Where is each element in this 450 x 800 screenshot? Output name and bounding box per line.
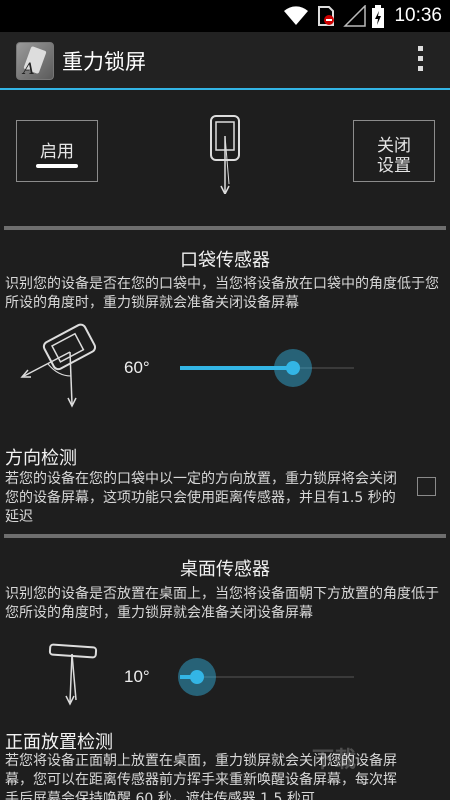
phone-upright-illustration-icon	[210, 115, 240, 194]
direction-detect-checkbox[interactable]	[417, 477, 436, 496]
app-icon[interactable]: A	[16, 42, 54, 80]
table-sensor-description: 识别您的设备是否放置在桌面上，当您将设备面朝下方放置的角度低于您所设的角度时，重…	[5, 586, 439, 621]
slider-thumb[interactable]	[286, 361, 301, 375]
enable-button-label: 启用	[40, 142, 74, 162]
close-settings-label-2: 设置	[377, 156, 411, 176]
pocket-angle-slider[interactable]	[180, 348, 354, 388]
wifi-icon	[284, 6, 308, 25]
direction-detect-title: 方向检测	[5, 448, 77, 469]
divider	[4, 226, 446, 230]
status-time: 10:36	[394, 5, 442, 26]
signal-icon	[343, 5, 366, 27]
battery-charging-icon	[372, 5, 384, 28]
face-up-detect-title: 正面放置检测	[5, 732, 113, 753]
table-sensor-title: 桌面传感器	[180, 559, 270, 580]
phone-facedown-illustration-icon	[48, 643, 98, 706]
close-settings-label-1: 关闭	[377, 136, 411, 156]
top-controls: 启用 关闭 设置	[0, 92, 450, 222]
close-settings-button[interactable]: 关闭 设置	[353, 120, 435, 182]
app-title: 重力锁屏	[62, 50, 146, 74]
phone-in-pocket-illustration-icon	[20, 323, 97, 408]
enable-button[interactable]: 启用	[16, 120, 98, 182]
no-sim-icon	[318, 6, 334, 26]
action-bar: A 重力锁屏	[0, 32, 450, 90]
table-angle-slider[interactable]	[178, 657, 354, 697]
divider	[4, 534, 446, 538]
pocket-sensor-description: 识别您的设备是否在您的口袋中，当您将设备放在口袋中的角度低于您所设的角度时，重力…	[5, 276, 439, 311]
watermark-logo: 下载	[312, 748, 357, 773]
status-bar: 10:36	[0, 0, 450, 32]
overflow-menu-icon[interactable]	[416, 46, 424, 76]
pocket-angle-label: 60°	[124, 358, 150, 377]
pocket-sensor-title: 口袋传感器	[180, 250, 270, 271]
table-angle-label: 10°	[124, 667, 150, 686]
direction-detect-description: 若您的设备在您的口袋中以一定的方向放置，重力锁屏将会关闭您的设备屏幕，这项功能只…	[5, 471, 397, 525]
svg-text:A: A	[21, 59, 35, 78]
enable-indicator	[36, 164, 78, 168]
